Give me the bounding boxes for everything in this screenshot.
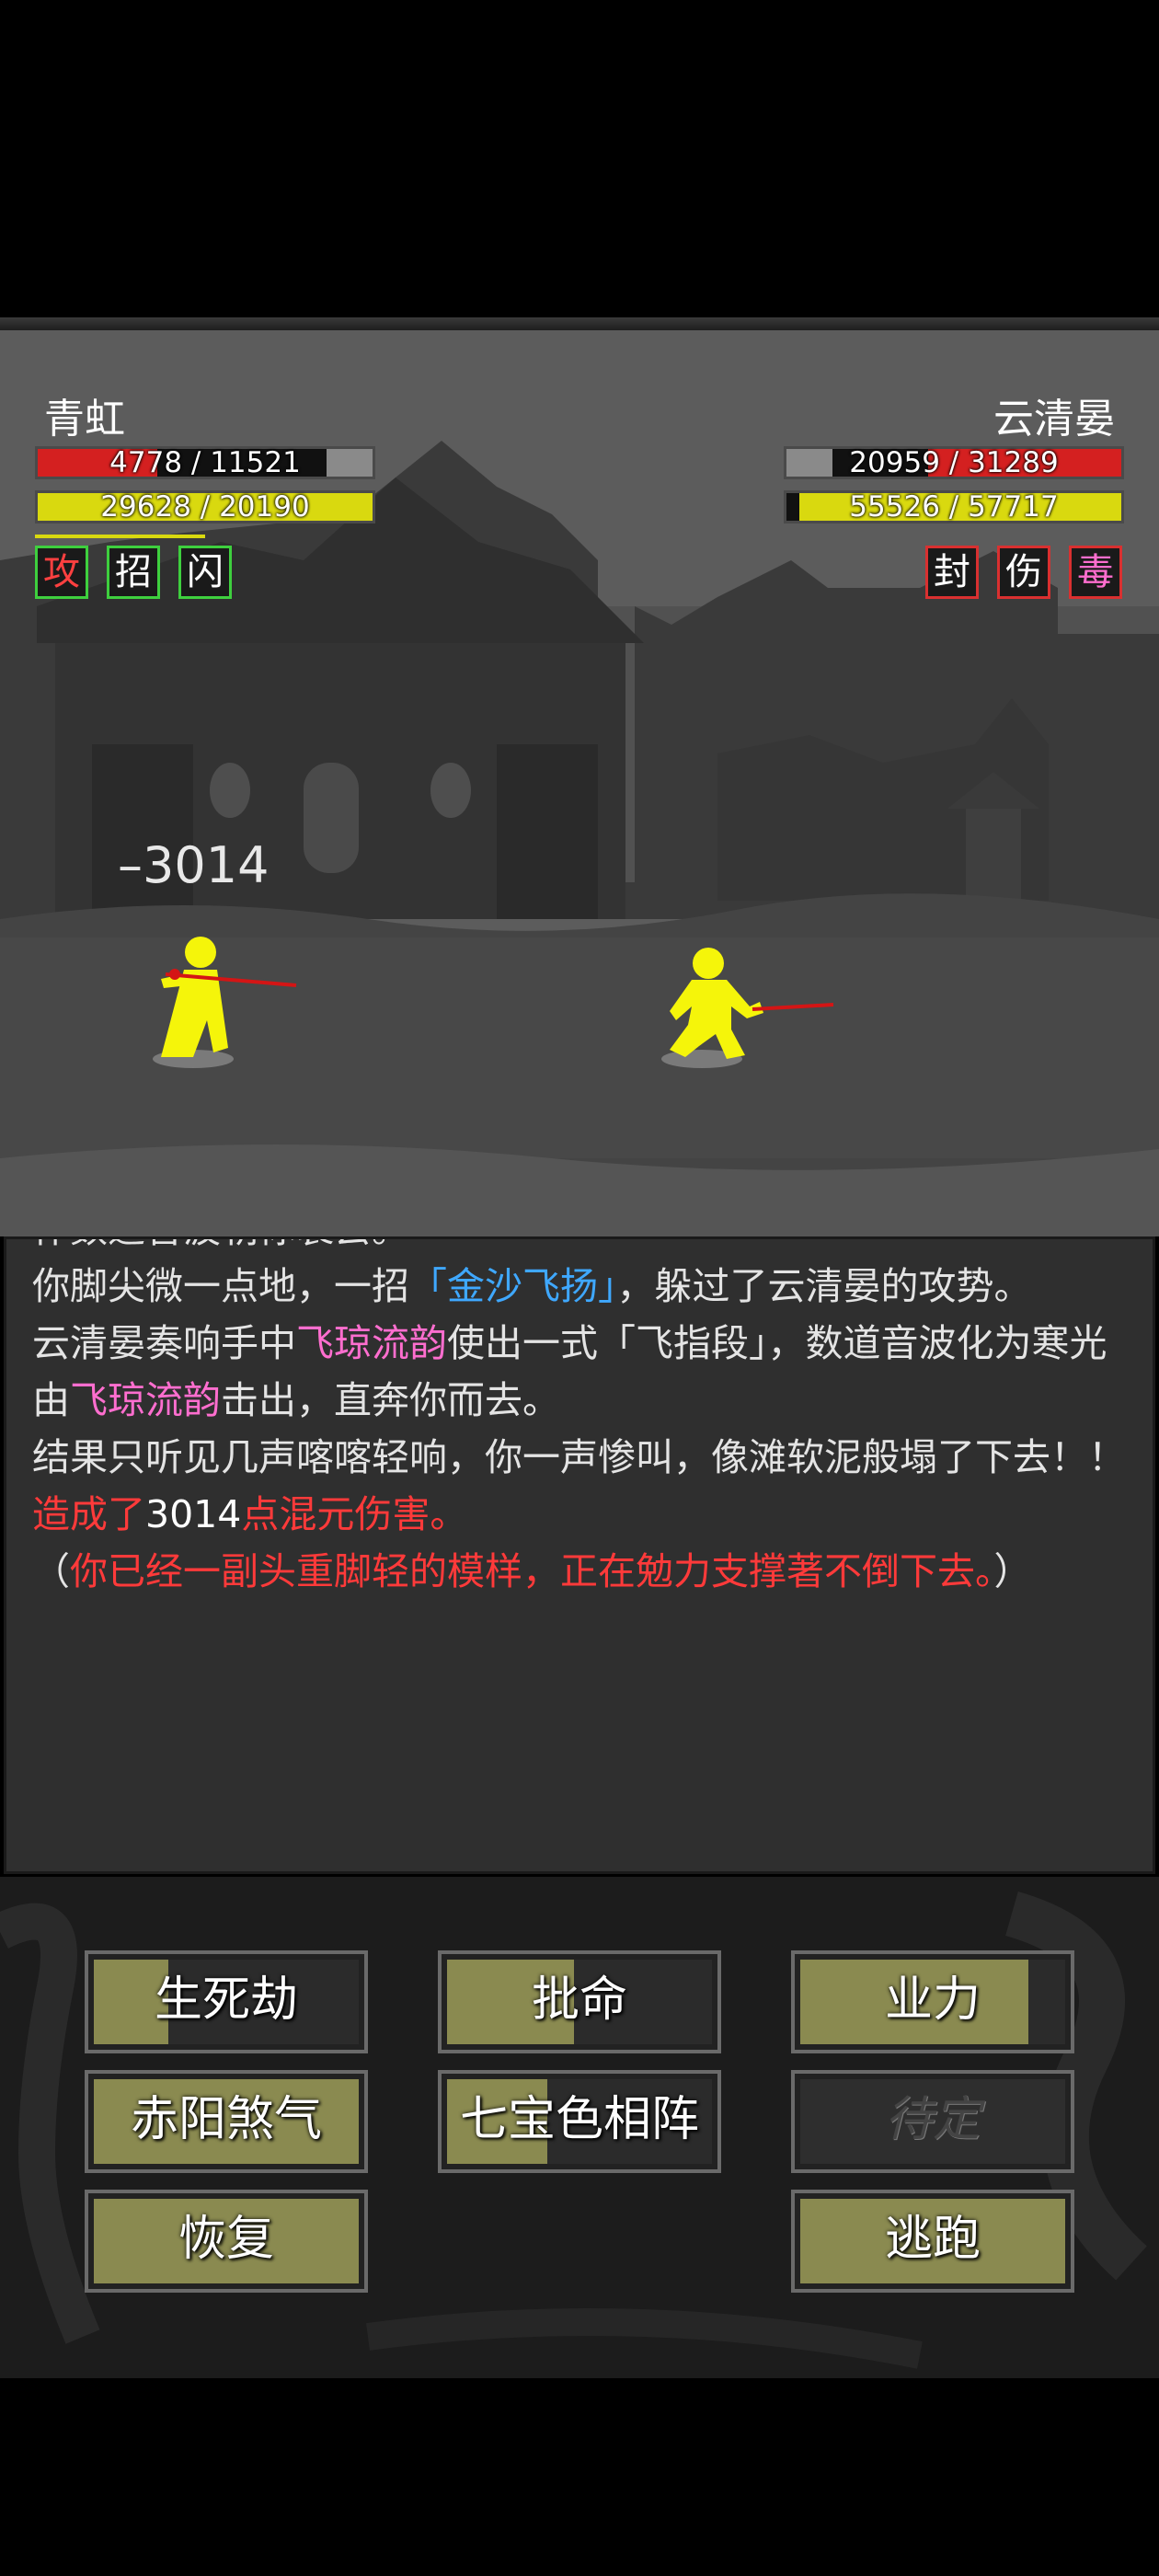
status-wound-icon: 伤 [997,546,1050,599]
status-seal-icon: 封 [925,546,979,599]
skill-button-2[interactable]: 批命 [438,1950,721,2053]
status-dodge-icon: 闪 [178,546,232,599]
top-black-area [0,0,1159,317]
log-line: 造成了3014点混元伤害。 [32,1492,468,1536]
divider [0,317,1159,330]
player-mp-text: 29628 / 20190 [100,490,310,523]
enemy-hp-text: 20959 / 31289 [849,446,1059,479]
enemy-name: 云清晏 [993,396,1115,443]
bottom-black-area [0,2378,1159,2576]
skill-button-5[interactable]: 七宝色相阵 [438,2070,721,2173]
player-hp-bar: 4778 / 11521 [35,446,375,479]
battle-scene: 青虹 云清晏 4778 / 11521 29628 / 20190 攻 招 闪 … [0,330,1159,1236]
enemy-mp-bar: 55526 / 57717 [784,490,1124,523]
battle-log[interactable]: 作数道音波朝你袭去。 你脚尖微一点地，一招「金沙飞扬」，躲过了云清晏的攻势。 云… [4,1236,1155,1874]
recover-button[interactable]: 恢复 [85,2190,368,2293]
log-line: 云清晏奏响手中飞琼流韵使出一式「飞指段」，数道音波化为寒光由飞琼流韵击出，直奔你… [32,1321,1107,1422]
player-mp-bar: 29628 / 20190 [35,490,375,523]
skill-button-3[interactable]: 业力 [791,1950,1074,2053]
log-line: 你脚尖微一点地，一招「金沙飞扬」，躲过了云清晏的攻势。 [32,1264,1032,1308]
log-line: 结果只听见几声喀喀轻响，你一声惨叫，像滩软泥般塌了下去！！ [32,1435,1126,1479]
log-line: 作数道音波朝你袭去。 [32,1239,1136,1258]
flee-button[interactable]: 逃跑 [791,2190,1074,2293]
damage-popup: –3014 [118,836,270,894]
log-line: （你已经一副头重脚轻的模样，正在勉力支撑著不倒下去。） [32,1549,1032,1593]
status-attack-icon: 攻 [35,546,88,599]
enemy-mp-text: 55526 / 57717 [849,490,1059,523]
status-move-icon: 招 [107,546,160,599]
player-hp-text: 4778 / 11521 [109,446,301,479]
skill-button-pending: 待定 [791,2070,1074,2173]
player-extra-bar [35,535,205,538]
skill-button-1[interactable]: 生死劫 [85,1950,368,2053]
skill-button-4[interactable]: 赤阳煞气 [85,2070,368,2173]
player-name: 青虹 [44,396,125,443]
enemy-hp-bar: 20959 / 31289 [784,446,1124,479]
status-poison-icon: 毒 [1069,546,1122,599]
